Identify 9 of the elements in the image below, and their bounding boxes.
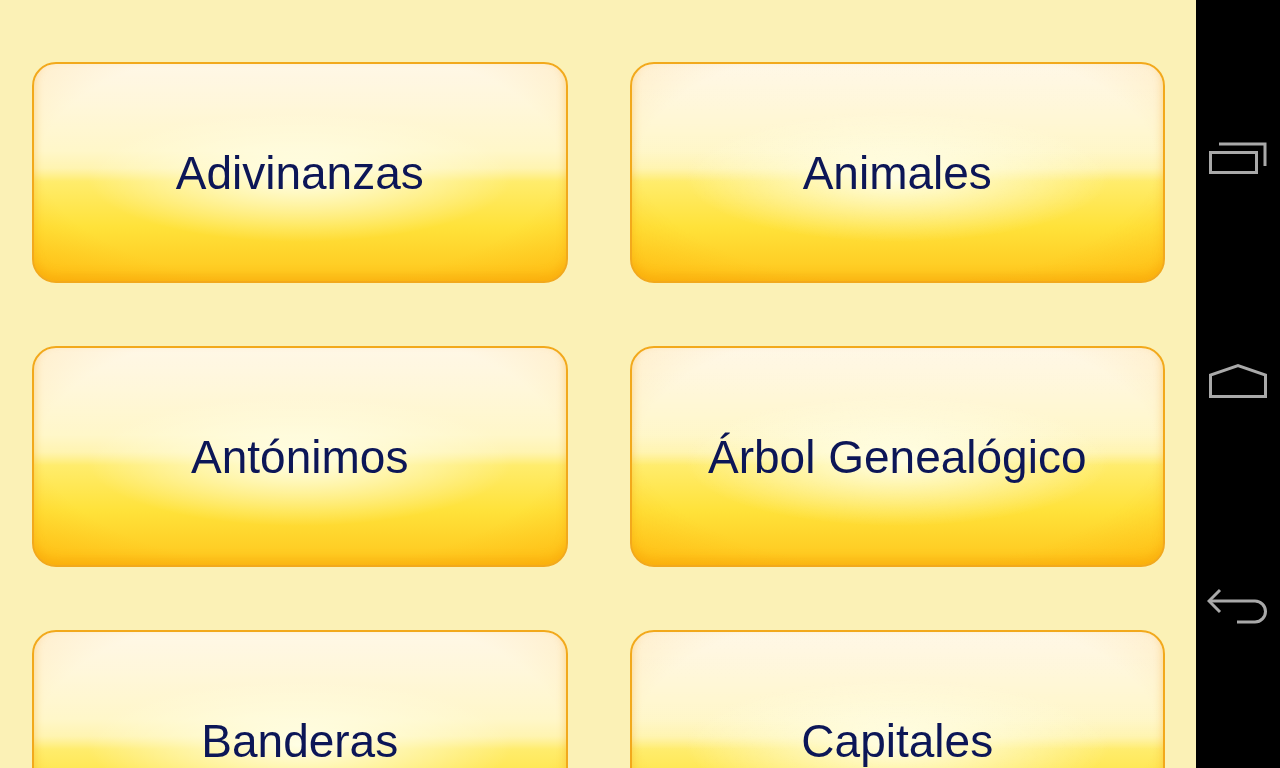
topic-button[interactable]: Banderas [32,630,568,768]
back-arrow-icon[interactable] [1207,588,1269,624]
recent-apps-icon[interactable] [1209,142,1267,174]
topic-button[interactable]: Capitales [629,630,1165,768]
topic-button[interactable]: Adivinanzas [32,62,568,283]
topic-button[interactable]: Árbol Genealógico [629,346,1165,567]
topic-button[interactable]: Antónimos [32,346,568,567]
home-icon[interactable] [1209,364,1267,398]
topic-button[interactable]: Animales [629,62,1165,283]
